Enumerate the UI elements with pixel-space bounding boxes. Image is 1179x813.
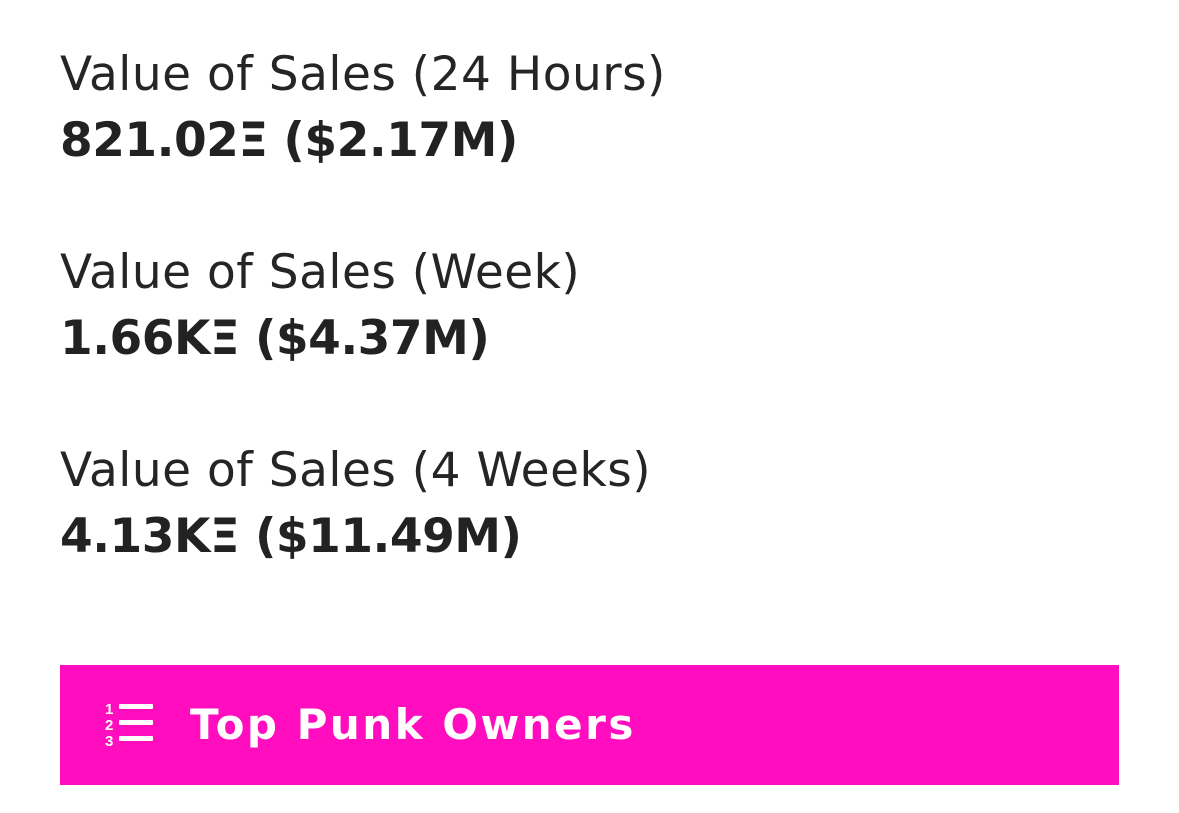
stat-24-hours: Value of Sales (24 Hours) 821.02Ξ ($2.17… xyxy=(60,42,1120,240)
stat-label: Value of Sales (Week) xyxy=(60,245,581,300)
stat-label: Value of Sales (24 Hours) xyxy=(60,47,666,102)
ordered-list-icon: 1 2 3 xyxy=(105,701,153,750)
top-punk-owners-label: Top Punk Owners xyxy=(190,700,636,749)
svg-text:2: 2 xyxy=(105,717,113,734)
stat-value: 1.66KΞ ($4.37M) xyxy=(60,311,490,366)
stat-value: 4.13KΞ ($11.49M) xyxy=(60,509,522,564)
sales-stats: Value of Sales (24 Hours) 821.02Ξ ($2.17… xyxy=(60,42,1120,636)
stat-4-weeks: Value of Sales (4 Weeks) 4.13KΞ ($11.49M… xyxy=(60,438,1120,636)
svg-text:1: 1 xyxy=(105,701,113,718)
stat-value: 821.02Ξ ($2.17M) xyxy=(60,113,518,168)
stat-week: Value of Sales (Week) 1.66KΞ ($4.37M) xyxy=(60,240,1120,438)
svg-text:3: 3 xyxy=(105,733,113,750)
stat-label: Value of Sales (4 Weeks) xyxy=(60,443,652,498)
